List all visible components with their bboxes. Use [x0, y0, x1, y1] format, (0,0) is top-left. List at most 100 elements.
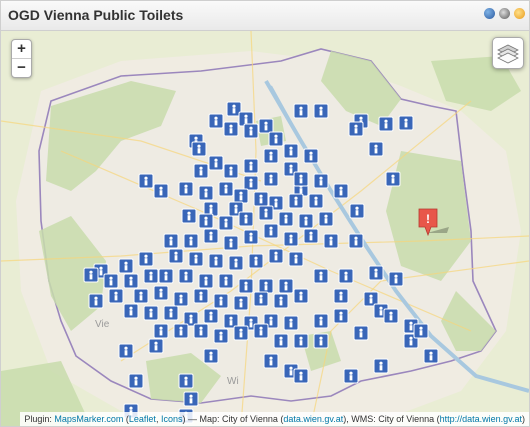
- toilet-marker[interactable]: [263, 223, 279, 239]
- toilet-marker[interactable]: [283, 315, 299, 331]
- toilet-marker[interactable]: [385, 171, 401, 187]
- toilet-marker[interactable]: [233, 295, 249, 311]
- toilet-marker[interactable]: [283, 231, 299, 247]
- toilet-marker[interactable]: [218, 215, 234, 231]
- layers-button[interactable]: [492, 37, 524, 69]
- toilet-marker[interactable]: [198, 213, 214, 229]
- toilet-marker[interactable]: [203, 228, 219, 244]
- toilet-marker[interactable]: [243, 175, 259, 191]
- toilet-marker[interactable]: [83, 267, 99, 283]
- toilet-marker[interactable]: [313, 103, 329, 119]
- toilet-marker[interactable]: [183, 391, 199, 407]
- toilet-marker[interactable]: [138, 251, 154, 267]
- toilet-marker[interactable]: [243, 158, 259, 174]
- toilet-marker[interactable]: [383, 308, 399, 324]
- toilet-marker[interactable]: [293, 333, 309, 349]
- toilet-marker[interactable]: [223, 235, 239, 251]
- toilet-marker[interactable]: [233, 188, 249, 204]
- toilet-marker[interactable]: [368, 265, 384, 281]
- toilet-marker[interactable]: [278, 278, 294, 294]
- toilet-marker[interactable]: [313, 313, 329, 329]
- toilet-marker[interactable]: [243, 229, 259, 245]
- toilet-marker[interactable]: [148, 338, 164, 354]
- zoom-out-button[interactable]: −: [12, 58, 31, 77]
- toilet-marker[interactable]: [313, 173, 329, 189]
- map-canvas[interactable]: ! Vie Wi + − Plugin: MapsMarker.com (Lea…: [1, 31, 529, 426]
- toilet-marker[interactable]: [238, 211, 254, 227]
- toilet-marker[interactable]: [398, 115, 414, 131]
- toilet-marker[interactable]: [178, 268, 194, 284]
- toilet-marker[interactable]: [238, 278, 254, 294]
- toilet-marker[interactable]: [253, 191, 269, 207]
- globe-icon[interactable]: [484, 8, 495, 19]
- toilet-marker[interactable]: [203, 308, 219, 324]
- toilet-marker[interactable]: [128, 373, 144, 389]
- toilet-marker[interactable]: [213, 293, 229, 309]
- toilet-marker[interactable]: [218, 181, 234, 197]
- toilet-marker[interactable]: [233, 325, 249, 341]
- toilet-marker[interactable]: [313, 333, 329, 349]
- toilet-marker[interactable]: [368, 141, 384, 157]
- toilet-marker[interactable]: [303, 228, 319, 244]
- toilet-marker[interactable]: [153, 323, 169, 339]
- toilet-marker[interactable]: [191, 141, 207, 157]
- toilet-marker[interactable]: [173, 291, 189, 307]
- toilet-marker[interactable]: [258, 278, 274, 294]
- toilet-marker[interactable]: [118, 343, 134, 359]
- toilet-marker[interactable]: [308, 193, 324, 209]
- zoom-in-button[interactable]: +: [12, 40, 31, 58]
- toilet-marker[interactable]: [123, 273, 139, 289]
- toilet-marker[interactable]: [268, 131, 284, 147]
- toilet-marker[interactable]: [343, 368, 359, 384]
- toilet-marker[interactable]: [283, 143, 299, 159]
- toilet-marker[interactable]: [123, 303, 139, 319]
- toilet-marker[interactable]: [273, 293, 289, 309]
- toilet-marker[interactable]: [388, 271, 404, 287]
- toilet-marker[interactable]: [208, 253, 224, 269]
- toilet-marker[interactable]: [273, 333, 289, 349]
- toilet-marker[interactable]: [303, 148, 319, 164]
- toilet-marker[interactable]: [293, 368, 309, 384]
- kml-icon[interactable]: [499, 8, 510, 19]
- toilet-marker[interactable]: [218, 273, 234, 289]
- toilet-marker[interactable]: [103, 273, 119, 289]
- toilet-marker[interactable]: [423, 348, 439, 364]
- toilet-marker[interactable]: [293, 103, 309, 119]
- toilet-marker[interactable]: [243, 123, 259, 139]
- toilet-marker[interactable]: [178, 181, 194, 197]
- data-wien-link[interactable]: data.wien.gv.at: [283, 414, 343, 424]
- toilet-marker[interactable]: [263, 148, 279, 164]
- rss-icon[interactable]: [514, 8, 525, 19]
- toilet-marker[interactable]: [158, 268, 174, 284]
- toilet-marker[interactable]: [153, 183, 169, 199]
- toilet-marker[interactable]: [188, 251, 204, 267]
- toilet-marker[interactable]: [208, 155, 224, 171]
- toilet-marker[interactable]: [178, 373, 194, 389]
- icons-link[interactable]: Icons: [161, 414, 183, 424]
- toilet-marker[interactable]: [288, 193, 304, 209]
- toilet-marker[interactable]: [138, 173, 154, 189]
- toilet-marker[interactable]: [253, 323, 269, 339]
- toilet-marker[interactable]: [193, 163, 209, 179]
- toilet-marker[interactable]: [143, 305, 159, 321]
- toilet-marker[interactable]: [293, 288, 309, 304]
- toilet-marker[interactable]: [298, 213, 314, 229]
- toilet-marker[interactable]: [278, 211, 294, 227]
- toilet-marker[interactable]: [88, 293, 104, 309]
- toilet-marker[interactable]: [228, 255, 244, 271]
- toilet-marker[interactable]: [253, 291, 269, 307]
- toilet-marker[interactable]: [373, 358, 389, 374]
- toilet-marker[interactable]: [168, 248, 184, 264]
- toilet-marker[interactable]: [198, 273, 214, 289]
- toilet-marker[interactable]: [153, 285, 169, 301]
- toilet-marker[interactable]: [173, 323, 189, 339]
- toilet-marker[interactable]: [348, 121, 364, 137]
- toilet-marker[interactable]: [378, 116, 394, 132]
- toilet-marker[interactable]: [258, 205, 274, 221]
- toilet-marker[interactable]: [198, 185, 214, 201]
- toilet-marker[interactable]: [133, 288, 149, 304]
- toilet-marker[interactable]: [353, 325, 369, 341]
- toilet-marker[interactable]: [118, 258, 134, 274]
- toilet-marker[interactable]: [183, 233, 199, 249]
- toilet-marker[interactable]: [313, 268, 329, 284]
